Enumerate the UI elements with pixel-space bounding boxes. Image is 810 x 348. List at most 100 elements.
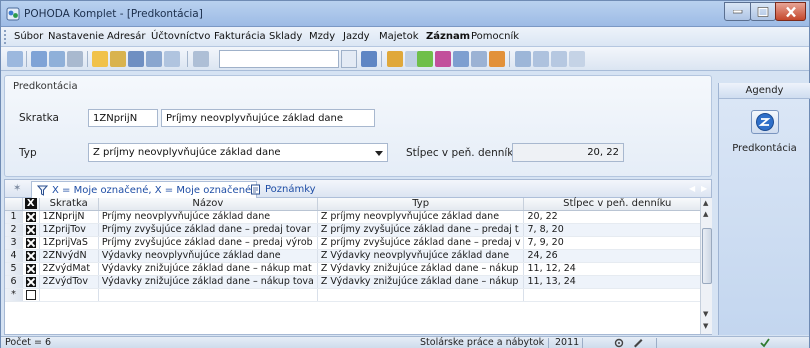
pencil-icon[interactable] [632, 337, 644, 348]
document-icon[interactable] [164, 51, 180, 67]
agendy-predkontacia-button[interactable] [751, 110, 779, 134]
toolbar [1, 47, 809, 71]
chevron-left-icon[interactable]: ◀ [689, 184, 695, 193]
menu-mzdy[interactable]: Mzdy [309, 31, 335, 42]
nazov-field[interactable]: Príjmy neovplyvňujúce základ dane [161, 109, 375, 127]
tab-poznamky[interactable]: Poznámky [245, 181, 321, 198]
record-form: Predkontácia Skratka 1ZNprijN Príjmy neo… [4, 75, 712, 177]
menu-nastavenie[interactable]: Nastavenie [48, 31, 104, 42]
report-icon[interactable] [515, 51, 531, 67]
layout-icon[interactable] [7, 51, 23, 67]
window-title: POHODA Komplet - [Predkontácia] [24, 8, 203, 20]
vertical-scrollbar[interactable]: ▲ ▲ ▼ ▼ [700, 198, 712, 334]
checked-box-icon[interactable] [25, 276, 36, 287]
row-checkbox[interactable] [22, 236, 40, 250]
title-bar[interactable]: POHODA Komplet - [Predkontácia] [1, 1, 809, 27]
maximize-button[interactable] [750, 2, 776, 21]
table-row[interactable]: * [5, 288, 711, 302]
scroll-top-icon[interactable]: ▲ [703, 199, 708, 207]
column-header-nazov[interactable]: Názov [98, 198, 318, 211]
globe-icon[interactable] [435, 51, 451, 67]
row-checkbox[interactable] [22, 275, 40, 289]
menu-pomocnik[interactable]: Pomocník [471, 31, 519, 42]
column-header-stlpec[interactable]: Stĺpec v peň. denníku [523, 198, 711, 211]
folder-icon[interactable] [387, 51, 403, 67]
minimize-button[interactable] [724, 2, 751, 21]
row-checkbox[interactable] [22, 223, 40, 237]
cell-stlpec [523, 288, 711, 302]
menu-uctovnictvo[interactable]: Účtovníctvo [151, 31, 210, 42]
menu-subor[interactable]: Súbor [14, 31, 43, 42]
save-icon[interactable] [128, 51, 144, 67]
menu-majetok[interactable]: Majetok [379, 31, 419, 42]
row-checkbox[interactable] [22, 210, 40, 224]
close-button[interactable] [775, 2, 806, 21]
settings-icon[interactable] [614, 338, 624, 348]
table-row[interactable]: 2 1ZprijTov Príjmy zvyšujúce základ dane –… [5, 223, 711, 237]
quick-search-input[interactable] [219, 50, 339, 68]
application-window: POHODA Komplet - [Predkontácia] Súbor Na… [0, 0, 810, 348]
table-row[interactable]: 1 1ZNprijN Príjmy neovplyvňujúce základ da… [5, 210, 711, 224]
checked-box-icon[interactable] [25, 263, 36, 274]
scroll-thumb[interactable] [702, 228, 712, 284]
scroll-up-icon[interactable]: ▲ [703, 210, 708, 218]
row-checkbox[interactable] [22, 249, 40, 263]
copy-icon[interactable] [49, 51, 65, 67]
check-icon[interactable] [759, 337, 771, 348]
tab-filter-label: X = Moje označené, X = Moje označené [52, 185, 252, 196]
checked-box-icon[interactable] [25, 224, 36, 235]
row-checkbox[interactable] [22, 288, 40, 302]
cell-skratka: 2ZvýdMat [39, 262, 99, 276]
calendar-icon[interactable] [471, 51, 487, 67]
company-name: Stolárske práce a nábytok [420, 337, 545, 348]
table-row[interactable]: 6 2ZvýdTov Výdavky znižujúce základ dane –… [5, 275, 711, 289]
find-icon[interactable] [361, 51, 377, 67]
delete-icon[interactable] [146, 51, 162, 67]
cut-icon[interactable] [31, 51, 47, 67]
cell-nazov: Výdavky znižujúce základ dane – nákup ma… [98, 262, 318, 276]
grid-icon[interactable] [453, 51, 469, 67]
tab-filter[interactable]: X = Moje označené, X = Moje označené [31, 181, 258, 198]
export-icon[interactable] [551, 51, 567, 67]
scroll-down-icon[interactable]: ▼ [703, 310, 708, 318]
menu-jazdy[interactable]: Jazdy [343, 31, 370, 42]
column-header-skratka[interactable]: Skratka [39, 198, 99, 211]
checked-box-icon[interactable] [25, 250, 36, 261]
search-dropdown-icon[interactable] [341, 50, 357, 68]
column-header-typ[interactable]: Typ [317, 198, 525, 211]
pin-icon[interactable]: ✶ [13, 183, 21, 194]
chevron-right-icon[interactable]: ▶ [701, 184, 707, 193]
menu-grip[interactable] [4, 30, 7, 44]
table-row[interactable]: 3 1ZprijVaS Príjmy zvyšujúce základ dane –… [5, 236, 711, 250]
close-icon [785, 6, 796, 17]
help-icon[interactable] [569, 51, 585, 67]
edit-icon[interactable] [110, 51, 126, 67]
people-icon[interactable] [489, 51, 505, 67]
cell-skratka: 1ZprijVaS [39, 236, 99, 250]
row-checkbox[interactable] [22, 262, 40, 276]
stlpec-label: Stĺpec v peň. denníku [406, 147, 520, 159]
scroll-bottom-icon[interactable]: ▼ [703, 322, 708, 330]
accept-icon[interactable] [417, 51, 433, 67]
skratka-field[interactable]: 1ZNprijN [88, 109, 158, 127]
column-header-x[interactable]: X [22, 198, 40, 211]
menu-fakturacia[interactable]: Fakturácia [214, 31, 266, 42]
email-icon[interactable] [533, 51, 549, 67]
table-row[interactable]: 5 2ZvýdMat Výdavky znižujúce základ dane –… [5, 262, 711, 276]
checked-box-icon[interactable] [25, 211, 36, 222]
typ-select[interactable]: Z príjmy neovplyvňujúce základ dane [88, 143, 388, 162]
stlpec-field[interactable]: 20, 22 [512, 143, 624, 162]
print-icon[interactable] [67, 51, 83, 67]
cell-skratka [39, 288, 99, 302]
menu-adresar[interactable]: Adresár [107, 31, 146, 42]
filter-icon[interactable] [193, 51, 209, 67]
cell-stlpec: 7, 9, 20 [523, 236, 711, 250]
agendy-panel: Agendy Predkontácia [718, 83, 810, 335]
table-row[interactable]: 4 2ZNvýdN Výdavky neovplyvňujúce základ da… [5, 249, 711, 263]
menu-zaznam[interactable]: Záznam [426, 31, 470, 42]
menu-sklady[interactable]: Sklady [269, 31, 302, 42]
toolbar-separator [26, 51, 27, 67]
checked-box-icon[interactable] [25, 237, 36, 248]
empty-box-icon[interactable] [25, 289, 36, 300]
new-record-icon[interactable] [92, 51, 108, 67]
